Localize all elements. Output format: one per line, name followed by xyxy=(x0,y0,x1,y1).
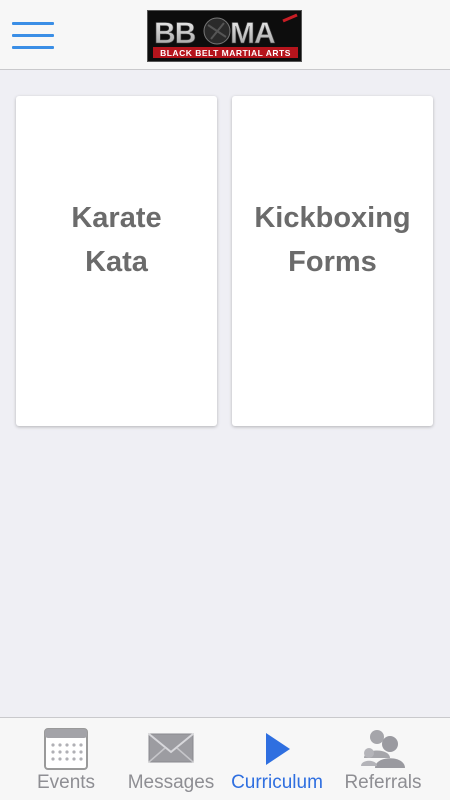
people-icon xyxy=(359,724,407,777)
svg-text:MA: MA xyxy=(230,17,275,50)
menu-line xyxy=(12,22,54,25)
card-title-line: Forms xyxy=(288,246,377,278)
bottom-tab-bar: Events Messages Curriculum Referrals xyxy=(0,717,450,800)
karate-kata-card[interactable]: Karate Kata xyxy=(16,96,217,426)
tab-label: Messages xyxy=(127,772,215,793)
card-title-line: Kickboxing xyxy=(254,202,411,234)
menu-line xyxy=(12,34,54,37)
tab-referrals[interactable]: Referrals xyxy=(327,718,439,800)
tab-label: Curriculum xyxy=(231,772,323,793)
hamburger-menu-icon[interactable] xyxy=(12,20,54,52)
svg-text:BB: BB xyxy=(154,17,196,50)
bbma-logo: BB MA BLACK BELT MARTIAL ARTS xyxy=(147,10,302,62)
tab-label: Events xyxy=(36,772,96,793)
kickboxing-forms-card[interactable]: Kickboxing Forms xyxy=(232,96,433,426)
card-title: Karate Kata xyxy=(16,196,217,284)
card-title-line: Kata xyxy=(85,246,148,278)
logo-subtext: BLACK BELT MARTIAL ARTS xyxy=(160,48,291,58)
envelope-icon xyxy=(147,724,195,777)
tab-curriculum[interactable]: Curriculum xyxy=(221,718,333,800)
calendar-icon xyxy=(42,724,90,777)
app-header: BB MA BLACK BELT MARTIAL ARTS xyxy=(0,0,450,70)
card-title-line: Karate xyxy=(71,202,162,234)
card-title: Kickboxing Forms xyxy=(232,196,433,284)
menu-line xyxy=(12,46,54,49)
play-icon xyxy=(253,724,301,777)
tab-label: Referrals xyxy=(344,772,422,793)
tab-events[interactable]: Events xyxy=(10,718,122,800)
tab-messages[interactable]: Messages xyxy=(115,718,227,800)
